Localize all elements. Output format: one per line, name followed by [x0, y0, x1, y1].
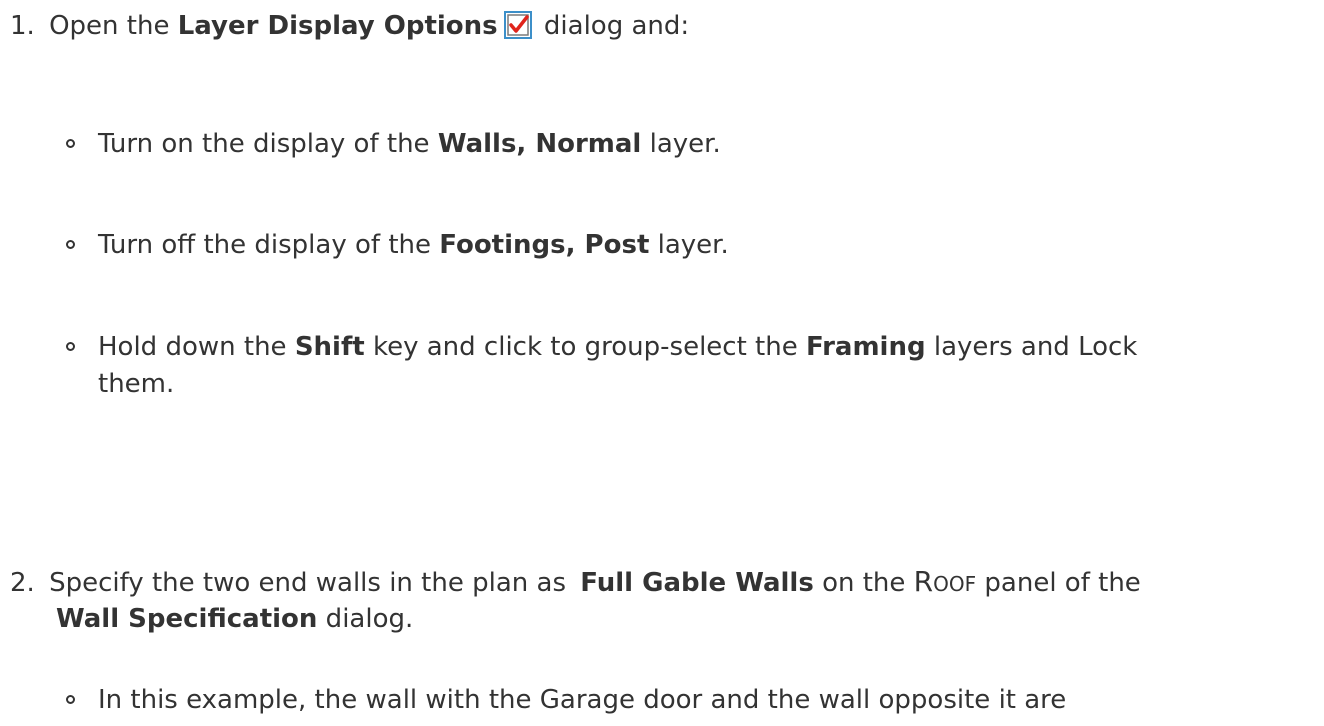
step-2-line-2: Wall Specification dialog.: [56, 604, 414, 634]
step-1-line: 1. Open the Layer Display Options dialog…: [10, 8, 689, 44]
dialog-name: Layer Display Options: [177, 11, 498, 41]
step-number: 2.: [10, 568, 35, 598]
list-item: Turn off the display of the Footings, Po…: [98, 230, 729, 260]
step-text: dialog and:: [535, 11, 690, 41]
layer-display-options-icon: [503, 11, 532, 39]
bullet-icon: [66, 342, 75, 351]
list-item-continuation: them.: [98, 369, 175, 399]
bullet-icon: [66, 240, 75, 249]
bullet-icon: [66, 695, 75, 704]
panel-name: R: [913, 565, 934, 598]
step-text: Open the: [49, 11, 178, 41]
panel-name-rest: OOF: [933, 572, 977, 596]
step-2-line: 2. Specify the two end walls in the plan…: [10, 565, 1141, 598]
list-item: In this example, the wall with the Garag…: [98, 685, 1067, 715]
list-item: Turn on the display of the Walls, Normal…: [98, 129, 721, 159]
step-number: 1.: [10, 11, 35, 41]
dialog-name: Wall Specification: [56, 604, 318, 634]
list-item: Hold down the Shift key and click to gro…: [98, 332, 1138, 362]
wall-type-name: Full Gable Walls: [580, 568, 814, 598]
bullet-icon: [66, 139, 75, 148]
